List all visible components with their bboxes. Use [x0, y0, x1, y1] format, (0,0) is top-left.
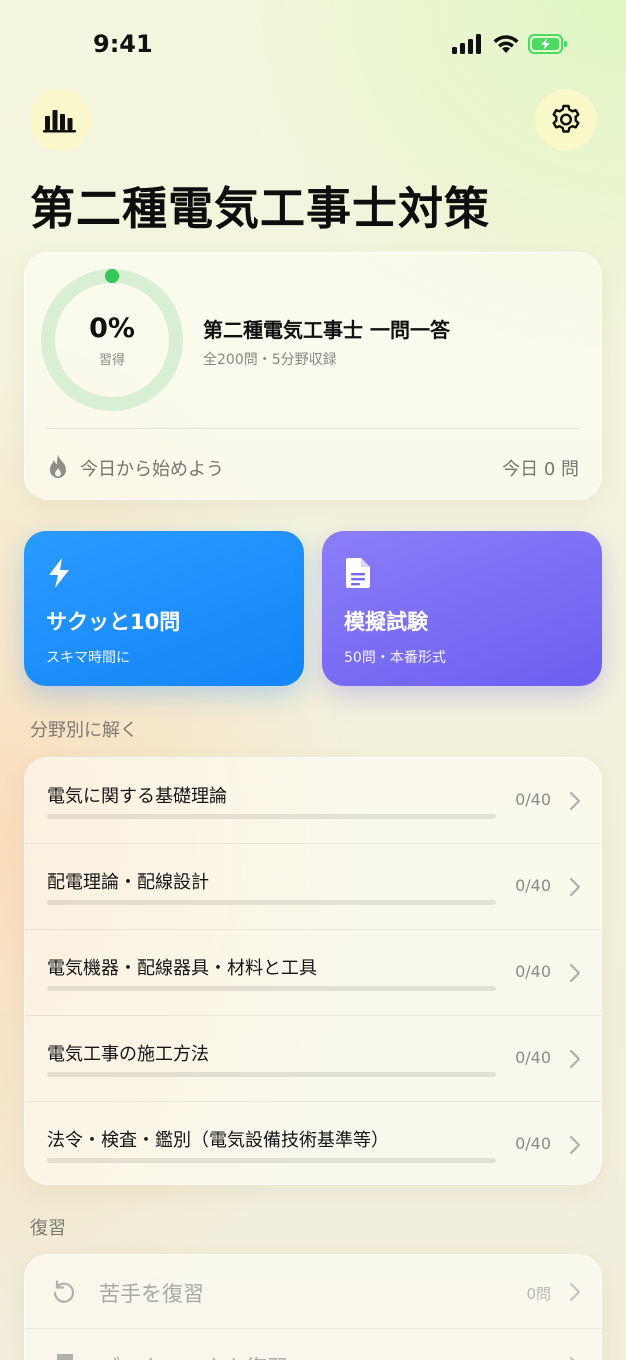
status-bar: 9:41 — [0, 0, 626, 90]
wifi-icon — [493, 35, 519, 53]
chevron-right-icon — [569, 1356, 575, 1360]
bar-chart-icon — [43, 110, 76, 133]
progress-label: 習得 — [98, 353, 125, 368]
review-count: 0問 — [526, 1285, 551, 1303]
progress-card[interactable]: 0% 習得 第二種電気工事士 一問一答 全200問・5分野収録 今日から始めよう… — [24, 252, 602, 500]
field-progress-bar — [47, 814, 496, 819]
field-name: 法令・検査・鑑別（電気設備技術基準等） — [47, 1130, 389, 1151]
review-row-weak[interactable]: 苦手を復習 0問 — [25, 1255, 601, 1329]
review-name: 苦手を復習 — [99, 1282, 204, 1306]
bolt-icon — [49, 558, 69, 588]
review-list: 苦手を復習 0問 ブックマークを復習 0問 — [24, 1254, 602, 1360]
course-title: 第二種電気工事士 一問一答 — [203, 318, 450, 342]
retry-icon — [53, 1280, 75, 1303]
course-subtitle: 全200問・5分野収録 — [203, 352, 337, 368]
battery-icon — [528, 34, 567, 54]
mock-exam-title: 模擬試験 — [344, 610, 428, 634]
flame-icon — [50, 455, 66, 478]
quick-10-button[interactable]: サクッと10問 スキマ時間に — [24, 531, 304, 686]
chevron-right-icon — [569, 1135, 581, 1155]
field-count: 0/40 — [515, 1134, 551, 1153]
field-count: 0/40 — [515, 876, 551, 895]
page-title: 第二種電気工事士対策 — [30, 182, 491, 235]
field-row-construction[interactable]: 電気工事の施工方法 0/40 — [25, 1016, 601, 1102]
review-section-label: 復習 — [30, 1218, 66, 1239]
bookmark-icon — [57, 1354, 73, 1360]
chevron-right-icon — [569, 1049, 581, 1069]
field-progress-bar — [47, 900, 496, 905]
progress-percent: 0% — [89, 313, 135, 344]
fields-section-label: 分野別に解く — [30, 720, 138, 741]
field-progress-bar — [47, 1072, 496, 1077]
stats-button[interactable] — [29, 89, 91, 151]
today-count: 今日 0 問 — [502, 459, 579, 480]
field-row-regulations[interactable]: 法令・検査・鑑別（電気設備技術基準等） 0/40 — [25, 1102, 601, 1184]
streak-text: 今日から始めよう — [80, 459, 224, 480]
chevron-right-icon — [569, 877, 581, 897]
field-row-basic-theory[interactable]: 電気に関する基礎理論 0/40 — [25, 758, 601, 844]
status-icons — [452, 34, 568, 54]
chevron-right-icon — [569, 791, 581, 811]
field-row-distribution[interactable]: 配電理論・配線設計 0/40 — [25, 844, 601, 930]
mock-exam-subtitle: 50問・本番形式 — [344, 650, 446, 666]
field-count: 0/40 — [515, 1048, 551, 1067]
status-time: 9:41 — [93, 30, 153, 58]
field-name: 配電理論・配線設計 — [47, 872, 209, 893]
field-count: 0/40 — [515, 790, 551, 809]
field-progress-bar — [47, 1158, 496, 1163]
chevron-right-icon — [569, 1282, 581, 1302]
gear-icon — [552, 104, 580, 133]
field-count: 0/40 — [515, 962, 551, 981]
field-name: 電気工事の施工方法 — [47, 1044, 209, 1065]
field-name: 電気に関する基礎理論 — [47, 786, 227, 807]
fields-list: 電気に関する基礎理論 0/40 配電理論・配線設計 0/40 電気機器・配線器具… — [24, 757, 602, 1185]
settings-button[interactable] — [535, 89, 597, 151]
review-name: ブックマークを復習 — [99, 1352, 288, 1360]
field-progress-bar — [47, 986, 496, 991]
field-name: 電気機器・配線器具・材料と工具 — [47, 958, 317, 979]
mock-exam-button[interactable]: 模擬試験 50問・本番形式 — [322, 531, 602, 686]
chevron-right-icon — [569, 963, 581, 983]
card-divider — [47, 428, 579, 429]
document-icon — [346, 558, 370, 588]
review-row-bookmark[interactable]: ブックマークを復習 0問 — [25, 1329, 601, 1360]
quick-10-title: サクッと10問 — [46, 610, 181, 634]
quick-10-subtitle: スキマ時間に — [46, 650, 130, 666]
signal-icon — [452, 34, 481, 54]
field-row-equipment[interactable]: 電気機器・配線器具・材料と工具 0/40 — [25, 930, 601, 1016]
